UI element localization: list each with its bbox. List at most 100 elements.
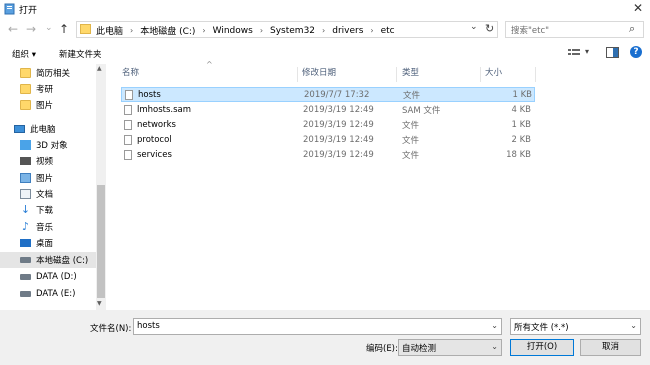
view-menu-icon[interactable]: ▾	[585, 47, 589, 56]
column-divider[interactable]	[480, 67, 481, 82]
sidebar-item-3d-objects[interactable]: 3D 对象	[20, 137, 96, 153]
sidebar-item-drive-d[interactable]: DATA (D:)	[20, 269, 96, 285]
preview-pane-icon[interactable]	[606, 47, 619, 58]
sidebar-item-music[interactable]: ♪ 音乐	[20, 219, 96, 235]
file-icon	[125, 89, 133, 100]
sidebar-item-desktop[interactable]: 桌面	[20, 235, 96, 251]
search-placeholder[interactable]: 搜索"etc"	[511, 24, 549, 36]
file-date: 2019/7/7 17:32	[304, 89, 370, 100]
sidebar-item-label: 音乐	[36, 223, 54, 233]
file-type-filter-value: 所有文件 (*.*)	[514, 323, 569, 333]
column-header-date[interactable]: 修改日期	[302, 66, 336, 83]
sidebar-item-label: 考研	[36, 85, 54, 95]
sidebar-item-pictures[interactable]: 图片	[20, 170, 96, 186]
breadcrumb-separator: ›	[259, 26, 264, 35]
filename-value: hosts	[137, 321, 160, 331]
folder-icon	[20, 100, 31, 110]
breadcrumb-this-pc[interactable]: 此电脑	[96, 24, 123, 37]
file-name: protocol	[137, 134, 172, 145]
app-icon	[4, 3, 15, 15]
help-icon[interactable]: ?	[630, 46, 642, 58]
sidebar-item-pictures-folder[interactable]: 图片	[20, 97, 96, 113]
file-row-protocol[interactable]: protocol 2019/3/19 12:49 文件 2 KB	[121, 132, 535, 147]
breadcrumb-windows[interactable]: Windows	[213, 26, 253, 36]
folder-icon	[20, 68, 31, 78]
filename-input[interactable]: hosts ⌄	[133, 318, 502, 335]
sidebar-item-resume[interactable]: 简历相关	[20, 65, 96, 81]
refresh-icon[interactable]: ↻	[485, 22, 494, 35]
encoding-select[interactable]: 自动检测 ⌄	[398, 339, 502, 356]
file-type: 文件	[402, 120, 420, 131]
breadcrumb-etc[interactable]: etc	[381, 26, 395, 36]
scroll-up-icon[interactable]: ▲	[97, 65, 102, 72]
computer-icon	[14, 125, 25, 133]
column-header-name[interactable]: 名称	[122, 66, 139, 83]
file-icon	[124, 149, 132, 160]
search-icon[interactable]: ⌕	[629, 22, 635, 36]
sidebar-item-label: 视频	[36, 157, 54, 167]
navigation-pane: 简历相关 考研 图片 此电脑 3D 对象 视频 图片 文档 ↓ 下载 ♪ 音乐 桌面…	[0, 64, 106, 310]
sidebar-item-downloads[interactable]: ↓ 下载	[20, 202, 96, 218]
file-size: 18 KB	[506, 149, 531, 160]
sidebar-item-documents[interactable]: 文档	[20, 186, 96, 202]
scrollbar-thumb[interactable]	[97, 185, 105, 298]
forward-icon[interactable]: →	[26, 22, 36, 36]
file-row-services[interactable]: services 2019/3/19 12:49 文件 18 KB	[121, 147, 535, 162]
organize-button[interactable]: 组织 ▾	[12, 48, 36, 60]
music-icon: ♪	[21, 220, 30, 233]
breadcrumb-separator: ›	[370, 26, 374, 35]
column-divider[interactable]	[396, 67, 397, 82]
file-size: 2 KB	[511, 134, 531, 145]
sidebar-item-kaoyan[interactable]: 考研	[20, 81, 96, 97]
breadcrumb-separator: ›	[130, 26, 134, 35]
sidebar-item-drive-e[interactable]: DATA (E:)	[20, 286, 96, 302]
file-date: 2019/3/19 12:49	[303, 119, 374, 130]
file-date: 2019/3/19 12:49	[303, 149, 374, 160]
recent-dropdown-icon[interactable]: ⌄	[45, 21, 53, 35]
breadcrumb-separator: ›	[202, 26, 206, 35]
new-folder-button[interactable]: 新建文件夹	[59, 48, 102, 60]
open-button[interactable]: 打开(O)	[510, 339, 574, 356]
file-row-networks[interactable]: networks 2019/3/19 12:49 文件 1 KB	[121, 117, 535, 132]
file-type-filter-select[interactable]: 所有文件 (*.*) ⌄	[510, 318, 641, 335]
chevron-down-icon[interactable]: ⌄	[491, 321, 498, 330]
sidebar-item-label: DATA (E:)	[36, 289, 76, 299]
address-dropdown-icon[interactable]: ⌄	[470, 22, 478, 32]
column-header-type[interactable]: 类型	[402, 66, 419, 83]
file-type: 文件	[403, 90, 421, 101]
file-name: lmhosts.sam	[137, 104, 192, 115]
file-type: 文件	[402, 135, 420, 146]
file-row-lmhosts[interactable]: lmhosts.sam 2019/3/19 12:49 SAM 文件 4 KB	[121, 102, 535, 117]
breadcrumb-system32[interactable]: System32	[270, 26, 315, 36]
back-icon[interactable]: ←	[8, 22, 18, 36]
sidebar-item-label: 图片	[36, 101, 54, 111]
folder-icon	[20, 84, 31, 94]
file-date: 2019/3/19 12:49	[303, 134, 374, 145]
3d-objects-icon	[20, 140, 31, 150]
view-options-icon[interactable]	[568, 48, 580, 58]
chevron-down-icon[interactable]: ⌄	[491, 342, 498, 351]
column-header-size[interactable]: 大小	[485, 66, 502, 83]
file-icon	[124, 119, 132, 130]
filename-label: 文件名(N):	[90, 324, 132, 334]
sidebar-item-this-pc[interactable]: 此电脑	[14, 121, 96, 137]
column-divider[interactable]	[535, 67, 536, 82]
cancel-button[interactable]: 取消	[580, 339, 641, 356]
sidebar-item-label: 此电脑	[30, 125, 56, 135]
chevron-down-icon[interactable]: ⌄	[630, 321, 637, 330]
up-icon[interactable]: ↑	[59, 22, 69, 36]
file-row-hosts[interactable]: hosts 2019/7/7 17:32 文件 1 KB	[121, 87, 535, 102]
breadcrumb: 此电脑 › 本地磁盘 (C:) › Windows › System32 › drive…	[96, 24, 395, 38]
column-divider[interactable]	[297, 67, 298, 82]
breadcrumb-drivers[interactable]: drivers	[332, 26, 363, 36]
sidebar-item-label: DATA (D:)	[36, 272, 77, 282]
close-icon[interactable]: ✕	[630, 1, 646, 16]
sidebar-item-label: 文档	[36, 190, 54, 200]
encoding-label: 编码(E):	[366, 344, 398, 354]
file-type: SAM 文件	[402, 105, 441, 116]
sidebar-item-videos[interactable]: 视频	[20, 153, 96, 169]
sidebar-item-drive-c[interactable]: 本地磁盘 (C:)	[0, 252, 96, 268]
scroll-down-icon[interactable]: ▼	[97, 300, 102, 307]
file-size: 1 KB	[511, 119, 531, 130]
breadcrumb-drive-c[interactable]: 本地磁盘 (C:)	[140, 24, 195, 37]
